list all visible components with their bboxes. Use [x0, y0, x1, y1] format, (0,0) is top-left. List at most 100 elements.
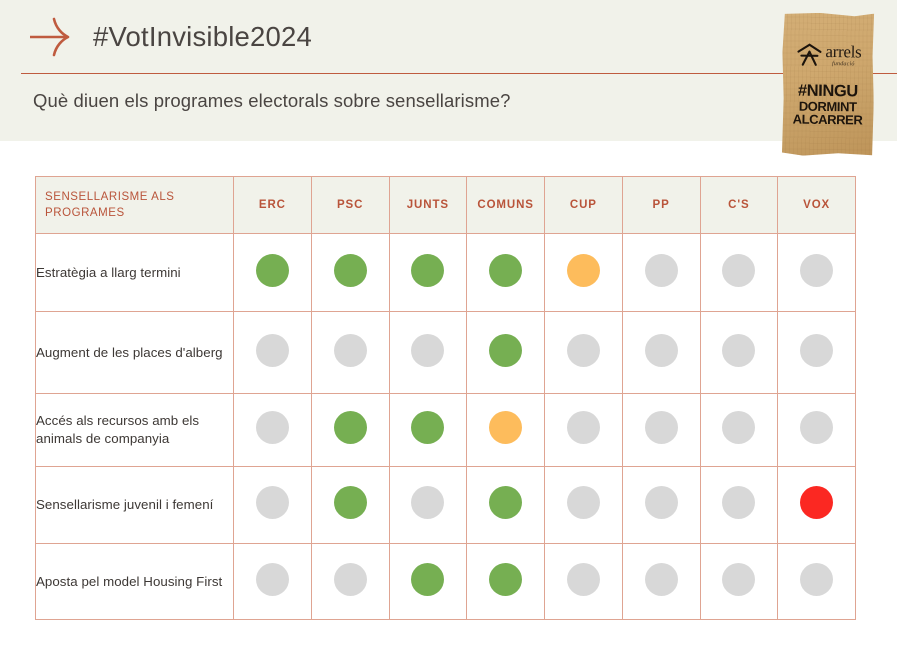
logo-slogan-line-1: #NINGU — [797, 81, 859, 101]
matrix-cell — [233, 393, 312, 467]
table-row: Augment de les places d'alberg — [35, 311, 856, 394]
status-dot-grey — [800, 411, 834, 444]
header-band: #VotInvisible2024 Què diuen els programe… — [0, 0, 897, 141]
row-label: Aposta pel model Housing First — [35, 543, 234, 620]
status-dot-green — [255, 253, 289, 287]
status-dot-grey — [333, 333, 367, 367]
column-header-psc: PSC — [310, 176, 390, 234]
row-label: Sensellarisme juvenil i femení — [35, 466, 234, 544]
status-dot-green — [333, 411, 367, 444]
logo-mark-row: arrels fundació — [795, 41, 862, 68]
matrix-cell — [466, 311, 545, 394]
status-dot-green — [333, 486, 367, 519]
status-dot-grey — [800, 333, 834, 367]
matrix-cell — [544, 233, 623, 312]
row-label: Accés als recursos amb els animals de co… — [35, 393, 234, 467]
row-label: Augment de les places d'alberg — [35, 311, 234, 394]
matrix-cell — [544, 311, 623, 394]
status-dot-grey — [644, 562, 678, 596]
status-dot-grey — [411, 486, 445, 519]
status-dot-grey — [566, 562, 600, 596]
matrix-cell — [699, 393, 779, 467]
status-dot-grey — [255, 562, 289, 596]
matrix-cell — [621, 543, 701, 620]
table-row: Estratègia a llarg termini — [35, 233, 856, 312]
matrix-cell — [233, 543, 312, 620]
page-subtitle: Què diuen els programes electorals sobre… — [33, 90, 511, 111]
matrix-cell — [621, 393, 701, 467]
status-dot-grey — [722, 333, 756, 367]
matrix-cell — [466, 393, 545, 467]
matrix-cell — [310, 393, 390, 467]
logo-brand-subtitle: fundació — [831, 61, 855, 68]
matrix-cell — [699, 233, 779, 312]
party-programs-matrix: SENSELLARISME ALS PROGRAMES ERC PSC JUNT… — [35, 176, 856, 620]
status-dot-grey — [644, 333, 678, 367]
row-label: Estratègia a llarg termini — [35, 233, 234, 312]
status-dot-grey — [255, 486, 289, 519]
status-dot-grey — [644, 411, 678, 444]
matrix-cell — [699, 543, 779, 620]
table-body: Estratègia a llarg termini Augment de les… — [35, 233, 856, 620]
matrix-cell — [466, 466, 545, 544]
status-dot-grey — [800, 562, 834, 596]
header-divider — [21, 73, 897, 75]
status-dot-grey — [255, 333, 289, 367]
column-header-pp: PP — [621, 176, 701, 234]
matrix-cell — [233, 466, 312, 544]
status-dot-green — [489, 486, 523, 519]
logo-brand-text: arrels fundació — [825, 41, 862, 68]
table-header: SENSELLARISME ALS PROGRAMES ERC PSC JUNT… — [35, 176, 856, 234]
table-row: Sensellarisme juvenil i femení — [35, 466, 856, 544]
column-header-erc: ERC — [233, 176, 312, 234]
matrix-cell — [699, 311, 779, 394]
column-header-vox: VOX — [777, 176, 856, 234]
matrix-cell — [466, 233, 545, 312]
column-header-cs: C'S — [699, 176, 779, 234]
table-row: Aposta pel model Housing First — [35, 543, 856, 620]
status-dot-grey — [255, 411, 289, 444]
table-corner-header: SENSELLARISME ALS PROGRAMES — [35, 176, 234, 234]
matrix-cell — [621, 466, 701, 544]
matrix-cell — [388, 233, 468, 312]
matrix-cell — [310, 543, 390, 620]
matrix-cell — [544, 393, 623, 467]
page-title: #VotInvisible2024 — [93, 21, 312, 52]
matrix-cell — [310, 311, 390, 394]
status-dot-grey — [722, 253, 756, 287]
matrix-cell — [388, 311, 468, 394]
column-header-junts: JUNTS — [388, 176, 468, 234]
header-title-row: #VotInvisible2024 — [26, 16, 312, 58]
status-dot-grey — [800, 253, 834, 287]
logo-content: arrels fundació #NINGU DORMINT ALCARRER — [781, 12, 875, 156]
status-dot-green — [489, 253, 523, 287]
status-dot-red — [800, 486, 834, 519]
arrels-logo: arrels fundació #NINGU DORMINT ALCARRER — [781, 12, 875, 156]
table-header-row: SENSELLARISME ALS PROGRAMES ERC PSC JUNT… — [35, 176, 856, 234]
matrix-cell — [310, 233, 390, 312]
matrix-cell — [777, 233, 856, 312]
status-dot-grey — [722, 562, 756, 596]
status-dot-grey — [566, 411, 600, 444]
matrix-cell — [310, 466, 390, 544]
matrix-cell — [233, 233, 312, 312]
matrix-cell — [621, 233, 701, 312]
status-dot-grey — [566, 333, 600, 367]
status-dot-grey — [644, 253, 678, 287]
arrow-right-icon — [26, 16, 76, 58]
matrix-cell — [544, 466, 623, 544]
status-dot-green — [489, 333, 523, 367]
status-dot-green — [489, 562, 523, 596]
arrels-house-icon — [795, 43, 823, 67]
logo-slogan: #NINGU DORMINT ALCARRER — [792, 81, 863, 128]
status-dot-grey — [722, 486, 756, 519]
matrix-cell — [388, 393, 468, 467]
status-dot-green — [411, 562, 445, 596]
matrix-cell — [699, 466, 779, 544]
corner-header-line-2: PROGRAMES — [45, 207, 125, 219]
logo-slogan-line-3: ALCARRER — [792, 111, 863, 128]
corner-header-line-1: SENSELLARISME ALS — [45, 190, 175, 203]
matrix-cell — [388, 543, 468, 620]
matrix-cell — [777, 466, 856, 544]
logo-brand-name: arrels — [825, 41, 862, 62]
